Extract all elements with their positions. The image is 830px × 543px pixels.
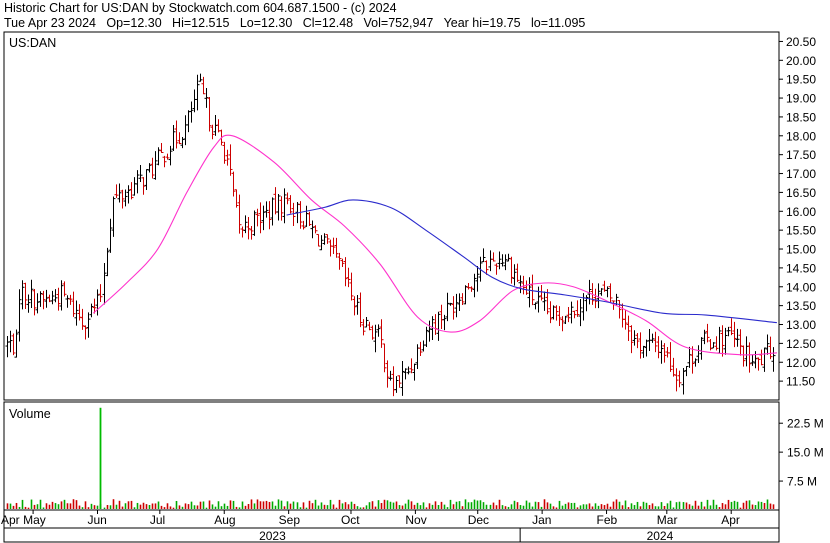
price-tick-label: 20.00 xyxy=(786,54,816,68)
year-label: 2024 xyxy=(647,529,674,543)
volume-tick-label: 7.5 M xyxy=(787,475,817,489)
month-label: Nov xyxy=(405,513,426,527)
price-tick-label: 14.50 xyxy=(786,261,816,275)
chart-title-line: Historic Chart for US:DAN by Stockwatch.… xyxy=(4,1,397,15)
price-tick-label: 17.00 xyxy=(786,167,816,181)
month-label: Mar xyxy=(657,513,678,527)
volume-label: Volume xyxy=(9,407,51,421)
month-label: Apr xyxy=(1,513,20,527)
price-tick-label: 19.50 xyxy=(786,73,816,87)
price-tick-label: 15.00 xyxy=(786,243,816,257)
volume-axis-labels: 7.5 M 15.0 M 22.5 M xyxy=(779,417,824,489)
month-label: May xyxy=(23,513,46,527)
price-tick-label: 18.50 xyxy=(786,110,816,124)
month-label: Oct xyxy=(341,513,360,527)
price-tick-label: 18.00 xyxy=(786,129,816,143)
price-tick-label: 16.50 xyxy=(786,186,816,200)
price-tick-label: 11.50 xyxy=(786,375,815,389)
month-label: Feb xyxy=(597,513,618,527)
price-axis-labels: 11.50 12.00 12.50 13.00 13.50 14.00 14.50 15.00… xyxy=(779,35,816,389)
volume-tick-label: 15.0 M xyxy=(787,446,824,460)
month-label: Aug xyxy=(214,513,235,527)
date-axis-labels: Apr May Jun Jul Aug Sep Oct Nov Dec Jan Feb Mar Apr2… xyxy=(1,510,740,543)
ohlc-bars xyxy=(5,73,776,397)
month-label: Dec xyxy=(468,513,489,527)
historic-chart: 11.50 12.00 12.50 13.00 13.50 14.00 14.50 15.00… xyxy=(1,1,824,543)
quote-summary-line: Tue Apr 23 2024 Op=12.30 Hi=12.515 Lo=12… xyxy=(4,16,585,30)
volume-pane-frame xyxy=(3,401,780,511)
price-tick-label: 17.50 xyxy=(786,148,816,162)
month-label: Jun xyxy=(87,513,106,527)
price-tick-label: 13.00 xyxy=(786,318,816,332)
price-pane-frame xyxy=(3,31,780,401)
month-label: Jul xyxy=(150,513,165,527)
volume-tick-label: 22.5 M xyxy=(787,417,824,431)
year-label: 2023 xyxy=(259,529,286,543)
volume-bars xyxy=(6,407,775,509)
price-tick-label: 16.00 xyxy=(786,205,816,219)
month-label: Sep xyxy=(279,513,301,527)
price-tick-label: 12.50 xyxy=(786,337,816,351)
price-tick-label: 12.00 xyxy=(786,356,816,370)
price-tick-label: 20.50 xyxy=(786,35,816,49)
price-tick-label: 14.00 xyxy=(786,280,816,294)
month-label: Apr xyxy=(721,513,740,527)
chart-frames xyxy=(3,31,780,543)
price-tick-label: 19.00 xyxy=(786,92,816,106)
price-tick-label: 15.50 xyxy=(786,224,816,238)
price-tick-label: 13.50 xyxy=(786,299,816,313)
month-label: Jan xyxy=(532,513,551,527)
symbol-label: US:DAN xyxy=(9,36,56,50)
